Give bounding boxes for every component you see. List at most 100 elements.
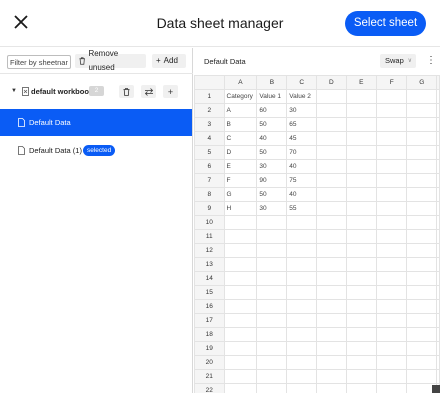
grid-cell[interactable]: 65 — [286, 117, 318, 132]
caret-down-icon[interactable]: ▼ — [11, 88, 17, 94]
grid-cell[interactable] — [286, 355, 318, 370]
row-header[interactable]: 7 — [194, 173, 225, 188]
grid-cell[interactable] — [436, 369, 440, 384]
grid-cell[interactable] — [316, 117, 347, 132]
grid-cell[interactable] — [406, 131, 437, 146]
grid-cell[interactable] — [256, 369, 288, 384]
grid-cell[interactable] — [223, 243, 258, 258]
grid-cell[interactable] — [436, 173, 440, 188]
grid-cell[interactable] — [406, 257, 437, 272]
grid-cell[interactable] — [316, 313, 347, 328]
grid-cell[interactable] — [436, 103, 440, 118]
grid-cell[interactable] — [406, 201, 437, 216]
grid-cell[interactable] — [256, 215, 288, 230]
grid-cell[interactable] — [256, 327, 288, 342]
grid-cell[interactable] — [345, 201, 378, 216]
grid-cell[interactable] — [345, 145, 378, 160]
column-header[interactable]: G — [406, 75, 437, 90]
sheet-item-default-data-1[interactable]: Default Data (1) selected — [0, 137, 192, 164]
grid-cell[interactable] — [345, 271, 378, 286]
grid-cell[interactable] — [406, 173, 437, 188]
grid-cell[interactable] — [436, 117, 440, 132]
grid-cell[interactable] — [436, 271, 440, 286]
column-header[interactable]: F — [376, 75, 408, 90]
grid-cell[interactable] — [406, 355, 437, 370]
row-header[interactable]: 21 — [194, 369, 225, 384]
grid-cell[interactable] — [376, 187, 408, 202]
grid-cell[interactable] — [345, 131, 378, 146]
grid-cell[interactable] — [376, 271, 408, 286]
grid-cell[interactable]: 40 — [286, 187, 318, 202]
remove-unused-button[interactable]: Remove unused — [75, 49, 146, 72]
grid-cell[interactable] — [376, 89, 408, 104]
grid-cell[interactable] — [316, 145, 347, 160]
grid-cell[interactable] — [406, 299, 437, 314]
grid-cell[interactable] — [223, 229, 258, 244]
grid-cell[interactable]: 50 — [256, 145, 288, 160]
grid-cell[interactable] — [345, 383, 378, 393]
grid-cell[interactable] — [436, 131, 440, 146]
grid-cell[interactable] — [376, 369, 408, 384]
grid-cell[interactable]: Value 1 — [256, 89, 288, 104]
grid-cell[interactable] — [376, 215, 408, 230]
grid-cell[interactable]: E — [223, 159, 258, 174]
grid-cell[interactable] — [345, 299, 378, 314]
workbook-row[interactable]: ▼ default workbook 2 + — [0, 82, 193, 102]
grid-cell[interactable] — [316, 187, 347, 202]
grid-cell[interactable] — [256, 355, 288, 370]
grid-cell[interactable] — [376, 159, 408, 174]
grid-cell[interactable] — [316, 173, 347, 188]
grid-cell[interactable] — [406, 271, 437, 286]
row-header[interactable]: 2 — [194, 103, 225, 118]
row-header[interactable]: 20 — [194, 355, 225, 370]
grid-cell[interactable] — [223, 313, 258, 328]
grid-cell[interactable] — [223, 355, 258, 370]
grid-cell[interactable] — [316, 131, 347, 146]
grid-cell[interactable]: 30 — [256, 159, 288, 174]
grid-cell[interactable]: B — [223, 117, 258, 132]
grid-cell[interactable] — [406, 243, 437, 258]
grid-cell[interactable] — [345, 159, 378, 174]
grid-cell[interactable] — [406, 215, 437, 230]
grid-cell[interactable] — [345, 229, 378, 244]
grid-cell[interactable] — [316, 369, 347, 384]
grid-cell[interactable] — [286, 327, 318, 342]
swap-workbook-button[interactable] — [141, 85, 156, 98]
row-header[interactable]: 9 — [194, 201, 225, 216]
grid-cell[interactable] — [316, 257, 347, 272]
grid-cell[interactable] — [286, 313, 318, 328]
row-header[interactable]: 6 — [194, 159, 225, 174]
row-header[interactable]: 13 — [194, 257, 225, 272]
grid-cell[interactable] — [376, 257, 408, 272]
grid-cell[interactable] — [256, 257, 288, 272]
grid-cell[interactable] — [345, 327, 378, 342]
grid-cell[interactable] — [406, 187, 437, 202]
grid-cell[interactable] — [376, 313, 408, 328]
grid-cell[interactable]: 90 — [256, 173, 288, 188]
grid-cell[interactable]: Category — [223, 89, 258, 104]
grid-cell[interactable]: C — [223, 131, 258, 146]
grid-cell[interactable] — [345, 89, 378, 104]
grid-cell[interactable] — [256, 299, 288, 314]
grid-cell[interactable]: 40 — [256, 131, 288, 146]
grid-cell[interactable]: 45 — [286, 131, 318, 146]
grid-cell[interactable] — [316, 159, 347, 174]
swap-dropdown[interactable]: Swap ∨ — [380, 54, 416, 68]
grid-cell[interactable] — [376, 285, 408, 300]
grid-cell[interactable] — [436, 215, 440, 230]
grid-cell[interactable] — [223, 271, 258, 286]
grid-cell[interactable]: 75 — [286, 173, 318, 188]
grid-cell[interactable] — [256, 313, 288, 328]
grid-cell[interactable] — [345, 369, 378, 384]
grid-cell[interactable]: 50 — [256, 117, 288, 132]
more-options-icon[interactable]: ⋮ — [426, 54, 436, 68]
grid-cell[interactable] — [316, 299, 347, 314]
grid-cell[interactable] — [286, 369, 318, 384]
grid-cell[interactable] — [436, 159, 440, 174]
row-header[interactable]: 1 — [194, 89, 225, 104]
column-header[interactable]: A — [223, 75, 258, 90]
row-header[interactable]: 22 — [194, 383, 225, 393]
grid-cell[interactable] — [286, 215, 318, 230]
grid-cell[interactable] — [376, 103, 408, 118]
grid-cell[interactable] — [345, 313, 378, 328]
